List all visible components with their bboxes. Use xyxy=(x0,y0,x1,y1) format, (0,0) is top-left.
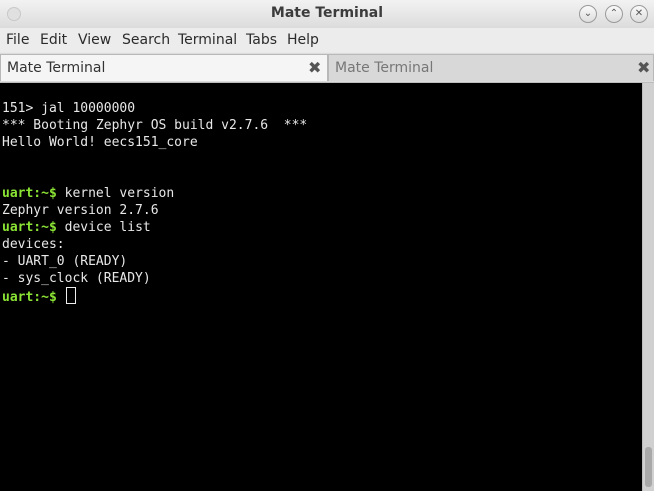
terminal-line: Zephyr version 2.7.6 xyxy=(2,203,159,218)
close-icon[interactable]: ✖ xyxy=(308,59,321,77)
terminal-line: - sys_clock (READY) xyxy=(2,271,151,286)
chevron-up-icon: ⌃ xyxy=(609,8,619,19)
tab-label: Mate Terminal xyxy=(7,60,106,76)
menu-help[interactable]: Help xyxy=(287,32,319,48)
menu-terminal[interactable]: Terminal xyxy=(178,32,237,48)
terminal-output[interactable]: 151> jal 10000000 *** Booting Zephyr OS … xyxy=(0,83,642,491)
tab-mate-terminal-2[interactable]: Mate Terminal ✖ xyxy=(328,54,654,81)
title-bar[interactable]: Mate Terminal ⌄ ⌃ ✕ xyxy=(0,0,654,28)
text-cursor xyxy=(65,287,76,304)
menu-file[interactable]: File xyxy=(6,32,29,48)
menu-bar: File Edit View Search Terminal Tabs Help xyxy=(0,28,654,52)
menu-view[interactable]: View xyxy=(78,32,111,48)
shell-prompt: uart:~$ xyxy=(2,186,57,201)
minimize-button[interactable]: ⌄ xyxy=(579,5,597,23)
menu-tabs[interactable]: Tabs xyxy=(246,32,277,48)
chevron-down-icon: ⌄ xyxy=(583,8,593,19)
terminal-command-line: uart:~$ device list xyxy=(2,219,151,236)
maximize-button[interactable]: ⌃ xyxy=(605,5,623,23)
tab-mate-terminal-1[interactable]: Mate Terminal ✖ xyxy=(0,54,328,81)
terminal-input-line[interactable]: uart:~$ xyxy=(2,287,76,306)
tab-bar: Mate Terminal ✖ Mate Terminal ✖ xyxy=(0,53,654,83)
vertical-scrollbar[interactable] xyxy=(642,83,654,491)
shell-prompt: uart:~$ xyxy=(2,220,57,235)
terminal-line: *** Booting Zephyr OS build v2.7.6 *** xyxy=(2,118,308,133)
window-title: Mate Terminal xyxy=(270,5,384,21)
close-icon: ✕ xyxy=(634,8,644,19)
terminal-line: Hello World! eecs151_core xyxy=(2,135,198,150)
terminal-line: devices: xyxy=(2,237,65,252)
command-text: kernel version xyxy=(64,186,175,201)
menu-search[interactable]: Search xyxy=(122,32,170,48)
close-window-button[interactable]: ✕ xyxy=(630,5,648,23)
menu-edit[interactable]: Edit xyxy=(40,32,67,48)
command-text: device list xyxy=(64,220,151,235)
tab-label: Mate Terminal xyxy=(335,60,434,76)
terminal-command-line: uart:~$ kernel version xyxy=(2,185,174,202)
scrollbar-thumb[interactable] xyxy=(645,447,652,487)
shell-prompt: uart:~$ xyxy=(2,290,57,305)
close-icon[interactable]: ✖ xyxy=(637,59,650,77)
terminal-line: - UART_0 (READY) xyxy=(2,254,128,269)
terminal-line: 151> jal 10000000 xyxy=(2,101,136,116)
